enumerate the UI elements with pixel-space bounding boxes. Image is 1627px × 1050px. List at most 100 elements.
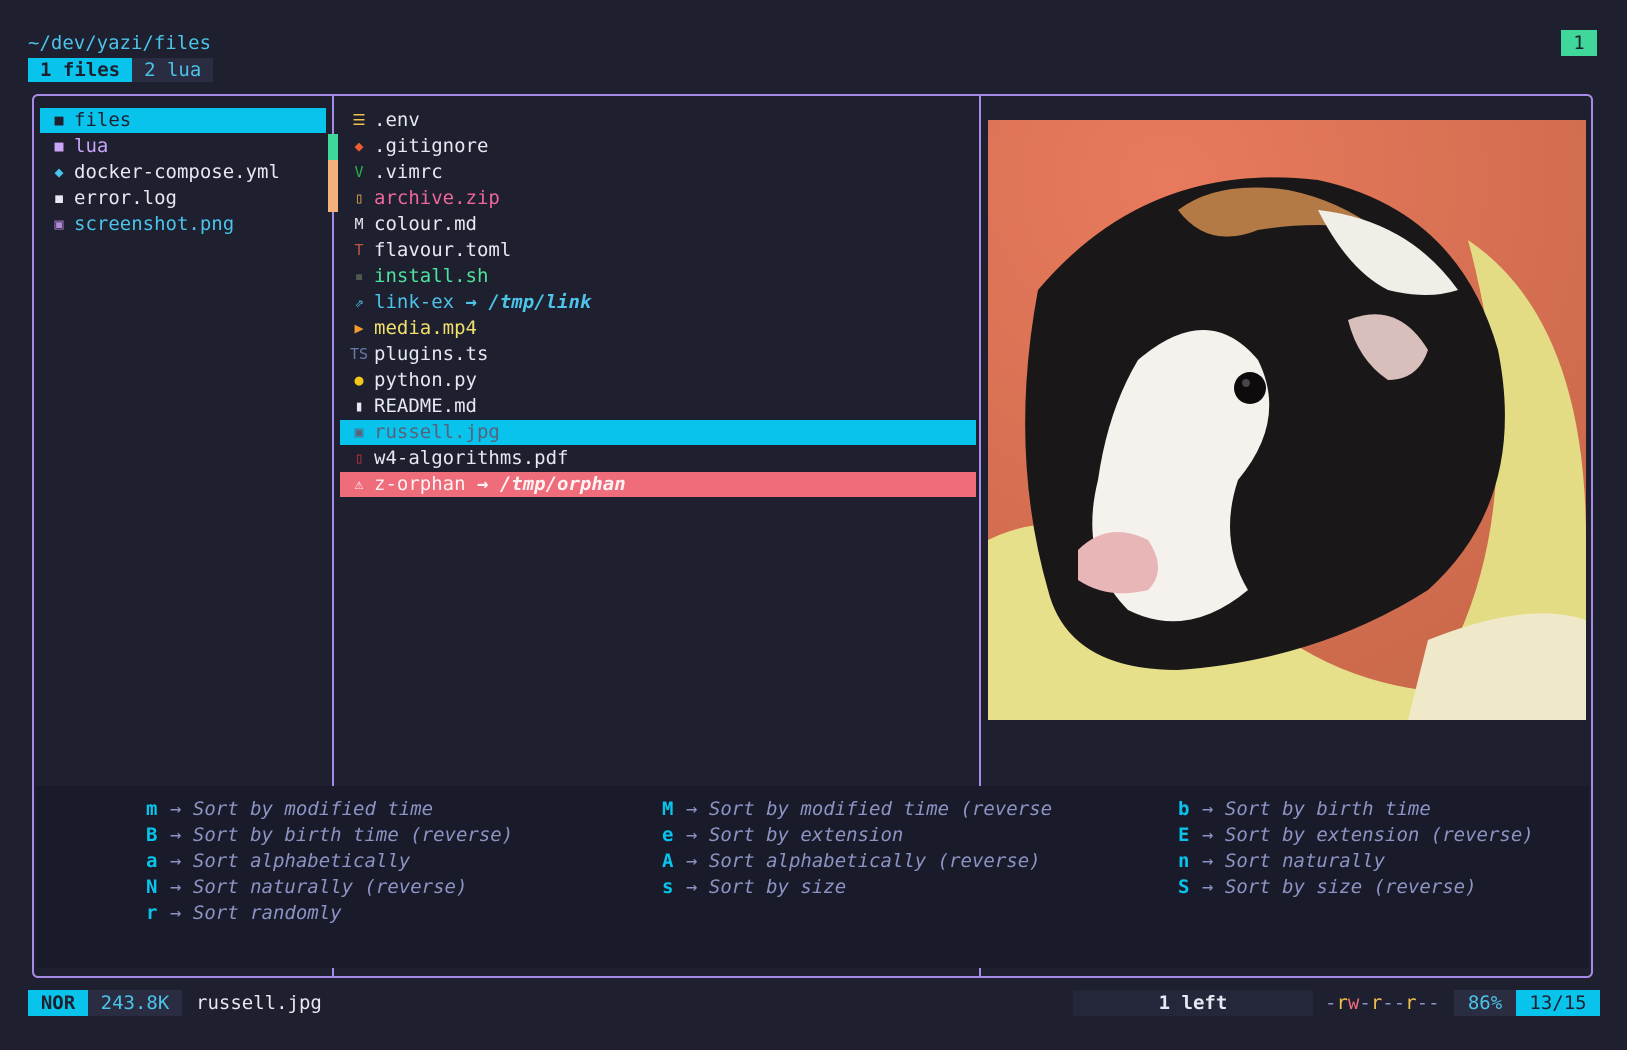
help-description: Sort alphabetically (reverse) xyxy=(708,850,1041,872)
help-entry: S → Sort by size (reverse) xyxy=(1178,874,1477,900)
help-entry: N → Sort naturally (reverse) xyxy=(146,874,467,900)
parent-item-2[interactable]: ◆ docker-compose.yml xyxy=(40,160,326,185)
markdown-icon: M xyxy=(354,215,364,233)
help-key: B xyxy=(146,824,158,846)
arrow-icon: → xyxy=(1202,876,1225,898)
parent-item-3[interactable]: ◼ error.log xyxy=(40,186,326,211)
pane-divider-left-bottom xyxy=(332,968,334,978)
help-entry: n → Sort naturally xyxy=(1178,848,1385,874)
typescript-icon: TS xyxy=(349,345,369,363)
file-item-label: russell.jpg xyxy=(374,421,500,443)
help-key: r xyxy=(146,902,158,924)
vim-icon: V xyxy=(354,163,364,181)
permission-char: r xyxy=(1336,992,1348,1014)
help-description: Sort by size (reverse) xyxy=(1224,876,1477,898)
python-icon: ● xyxy=(354,371,364,389)
scroll-percent: 86% xyxy=(1454,990,1516,1016)
help-key: A xyxy=(662,850,674,872)
guinea-pig-image xyxy=(988,120,1586,720)
arrow-icon: → xyxy=(170,850,193,872)
file-size: 243.8K xyxy=(88,990,182,1016)
help-key: N xyxy=(146,876,158,898)
file-item-label: link-ex xyxy=(374,291,455,313)
arrow-icon: → xyxy=(686,798,709,820)
file-item-14[interactable]: ⚠ z-orphan → /tmp/orphan xyxy=(340,472,976,497)
pdf-icon: ▯ xyxy=(354,449,364,467)
file-item-8[interactable]: ▶ media.mp4 xyxy=(340,316,976,341)
file-item-3[interactable]: ▯ archive.zip xyxy=(340,186,976,211)
remaining-counter: 1 left xyxy=(1073,990,1313,1016)
tab-lua[interactable]: 2 lua xyxy=(132,58,214,82)
folder-icon: ■ xyxy=(54,137,64,155)
file-item-5[interactable]: Tflavour.toml xyxy=(340,238,976,263)
help-key: n xyxy=(1178,850,1190,872)
file-item-label: colour.md xyxy=(374,213,477,235)
settings-icon: ☰ xyxy=(352,111,366,129)
file-item-13[interactable]: ▯ w4-algorithms.pdf xyxy=(340,446,976,471)
help-description: Sort by extension (reverse) xyxy=(1224,824,1534,846)
pane-divider-right-bottom xyxy=(979,968,981,978)
file-item-label: plugins.ts xyxy=(374,343,489,365)
help-entry: A → Sort alphabetically (reverse) xyxy=(662,848,1041,874)
help-entry: E → Sort by extension (reverse) xyxy=(1178,822,1534,848)
file-item-6[interactable]: ▪ install.sh xyxy=(340,264,976,289)
file-item-9[interactable]: TS plugins.ts xyxy=(340,342,976,367)
permission-char: - xyxy=(1393,992,1406,1014)
tab-count-badge: 1 xyxy=(1561,30,1597,56)
file-item-label: .env xyxy=(374,109,420,131)
status-bar: NOR 243.8K russell.jpg 1 left -rw-r--r--… xyxy=(0,990,1627,1016)
toml-icon: T xyxy=(354,241,364,259)
help-panel: m → Sort by modified time B → Sort by birth… xyxy=(36,786,1589,968)
parent-item-label: lua xyxy=(74,135,109,157)
help-description: Sort naturally xyxy=(1224,850,1386,872)
file-item-label: python.py xyxy=(374,369,477,391)
help-description: Sort by modified time (reverse xyxy=(708,798,1053,820)
file-item-2[interactable]: V .vimrc xyxy=(340,160,976,185)
link-icon: ⇗ xyxy=(354,293,364,311)
help-entry: a → Sort alphabetically xyxy=(146,848,410,874)
file-item-label: media.mp4 xyxy=(374,317,477,339)
file-item-0[interactable]: ☰ .env xyxy=(340,108,976,133)
permissions: -rw-r--r-- xyxy=(1325,990,1440,1016)
arrow-icon: → xyxy=(170,902,193,924)
arrow-icon: → xyxy=(686,876,709,898)
docker-icon: ◆ xyxy=(54,163,64,181)
parent-item-label: files xyxy=(74,109,132,131)
arrow-icon: → xyxy=(170,824,193,846)
help-key: s xyxy=(662,876,674,898)
file-item-label: w4-algorithms.pdf xyxy=(374,447,569,469)
file-item-1[interactable]: ◆ .gitignore xyxy=(340,134,976,159)
terminal-icon: ▪ xyxy=(354,267,364,285)
file-item-10[interactable]: ● python.py xyxy=(340,368,976,393)
file-item-label: README.md xyxy=(374,395,477,417)
file-item-12[interactable]: ▣ russell.jpg xyxy=(340,420,976,445)
help-entry: s → Sort by size xyxy=(662,874,846,900)
help-description: Sort by modified time xyxy=(192,798,434,820)
parent-item-0[interactable]: ■ files xyxy=(40,108,326,133)
mode-indicator: NOR xyxy=(28,990,88,1016)
file-item-4[interactable]: Mcolour.md xyxy=(340,212,976,237)
git-status-marker xyxy=(328,160,338,212)
tab-files[interactable]: 1 files xyxy=(28,58,133,82)
git-icon: ◆ xyxy=(354,137,364,155)
permission-char: r xyxy=(1405,992,1417,1014)
parent-item-4[interactable]: ▣ screenshot.png xyxy=(40,212,326,237)
file-item-label: archive.zip xyxy=(374,187,500,209)
help-key: b xyxy=(1178,798,1190,820)
file-item-11[interactable]: ▮ README.md xyxy=(340,394,976,419)
image-preview xyxy=(988,120,1586,720)
file-item-label: z-orphan xyxy=(374,473,466,495)
help-key: S xyxy=(1178,876,1190,898)
help-entry: r → Sort randomly xyxy=(146,900,342,926)
git-status-marker xyxy=(328,134,338,160)
help-key: m xyxy=(146,798,158,820)
parent-item-label: docker-compose.yml xyxy=(74,161,280,183)
file-item-7[interactable]: ⇗ link-ex → /tmp/link xyxy=(340,290,976,315)
help-entry: b → Sort by birth time xyxy=(1178,796,1431,822)
warning-icon: ⚠ xyxy=(354,475,364,493)
permission-char: - xyxy=(1359,992,1371,1014)
help-key: e xyxy=(662,824,674,846)
arrow-icon: → xyxy=(170,876,193,898)
parent-item-1[interactable]: ■ lua xyxy=(40,134,326,159)
help-key: a xyxy=(146,850,158,872)
